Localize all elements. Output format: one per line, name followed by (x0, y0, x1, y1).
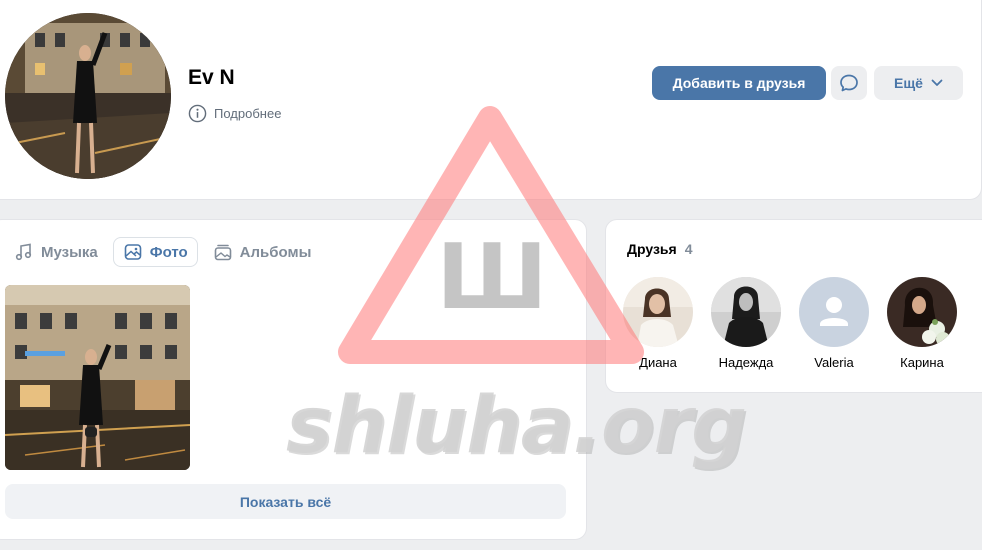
info-icon (188, 104, 207, 123)
tab-albums[interactable]: Альбомы (204, 237, 321, 267)
media-tabs: Музыка Фото Альбомы (5, 237, 320, 267)
friends-count: 4 (684, 241, 693, 257)
profile-details-link[interactable]: Подробнее (188, 104, 281, 123)
profile-avatar[interactable] (5, 13, 171, 179)
user-placeholder-icon (799, 277, 869, 347)
chevron-down-icon (931, 79, 943, 86)
profile-name: Ev N (188, 66, 235, 89)
friend-avatar (887, 277, 957, 347)
friend-item[interactable]: Диана (614, 277, 702, 370)
friend-name: Надежда (718, 355, 774, 370)
details-label: Подробнее (214, 106, 282, 121)
tab-albums-label: Альбомы (239, 243, 312, 261)
friend-item[interactable]: Надежда (702, 277, 790, 370)
more-label: Ещё (894, 75, 923, 91)
friends-header[interactable]: Друзья 4 (627, 241, 692, 257)
add-friend-button[interactable]: Добавить в друзья (652, 66, 826, 100)
friend-avatar-placeholder (799, 277, 869, 347)
tab-photo-label: Фото (149, 243, 188, 261)
albums-icon (214, 244, 231, 261)
image-icon (124, 244, 142, 260)
friend-name: Карина (900, 355, 944, 370)
friend-name: Диана (639, 355, 677, 370)
friends-title: Друзья (627, 241, 677, 257)
message-bubble-icon (840, 74, 858, 92)
tab-music[interactable]: Музыка (5, 237, 107, 267)
friend-avatar (623, 277, 693, 347)
friend-item[interactable]: Valeria (790, 277, 878, 370)
message-button[interactable] (831, 66, 867, 100)
tab-music-label: Музыка (41, 243, 98, 261)
music-note-icon (15, 243, 32, 261)
friend-name: Valeria (814, 355, 854, 370)
more-dropdown-button[interactable]: Ещё (874, 66, 963, 100)
show-all-button[interactable]: Показать всё (5, 484, 566, 519)
friend-item[interactable]: Карина (878, 277, 966, 370)
tab-photo[interactable]: Фото (112, 237, 198, 267)
friend-avatar (711, 277, 781, 347)
photo-thumbnail[interactable] (5, 285, 190, 470)
